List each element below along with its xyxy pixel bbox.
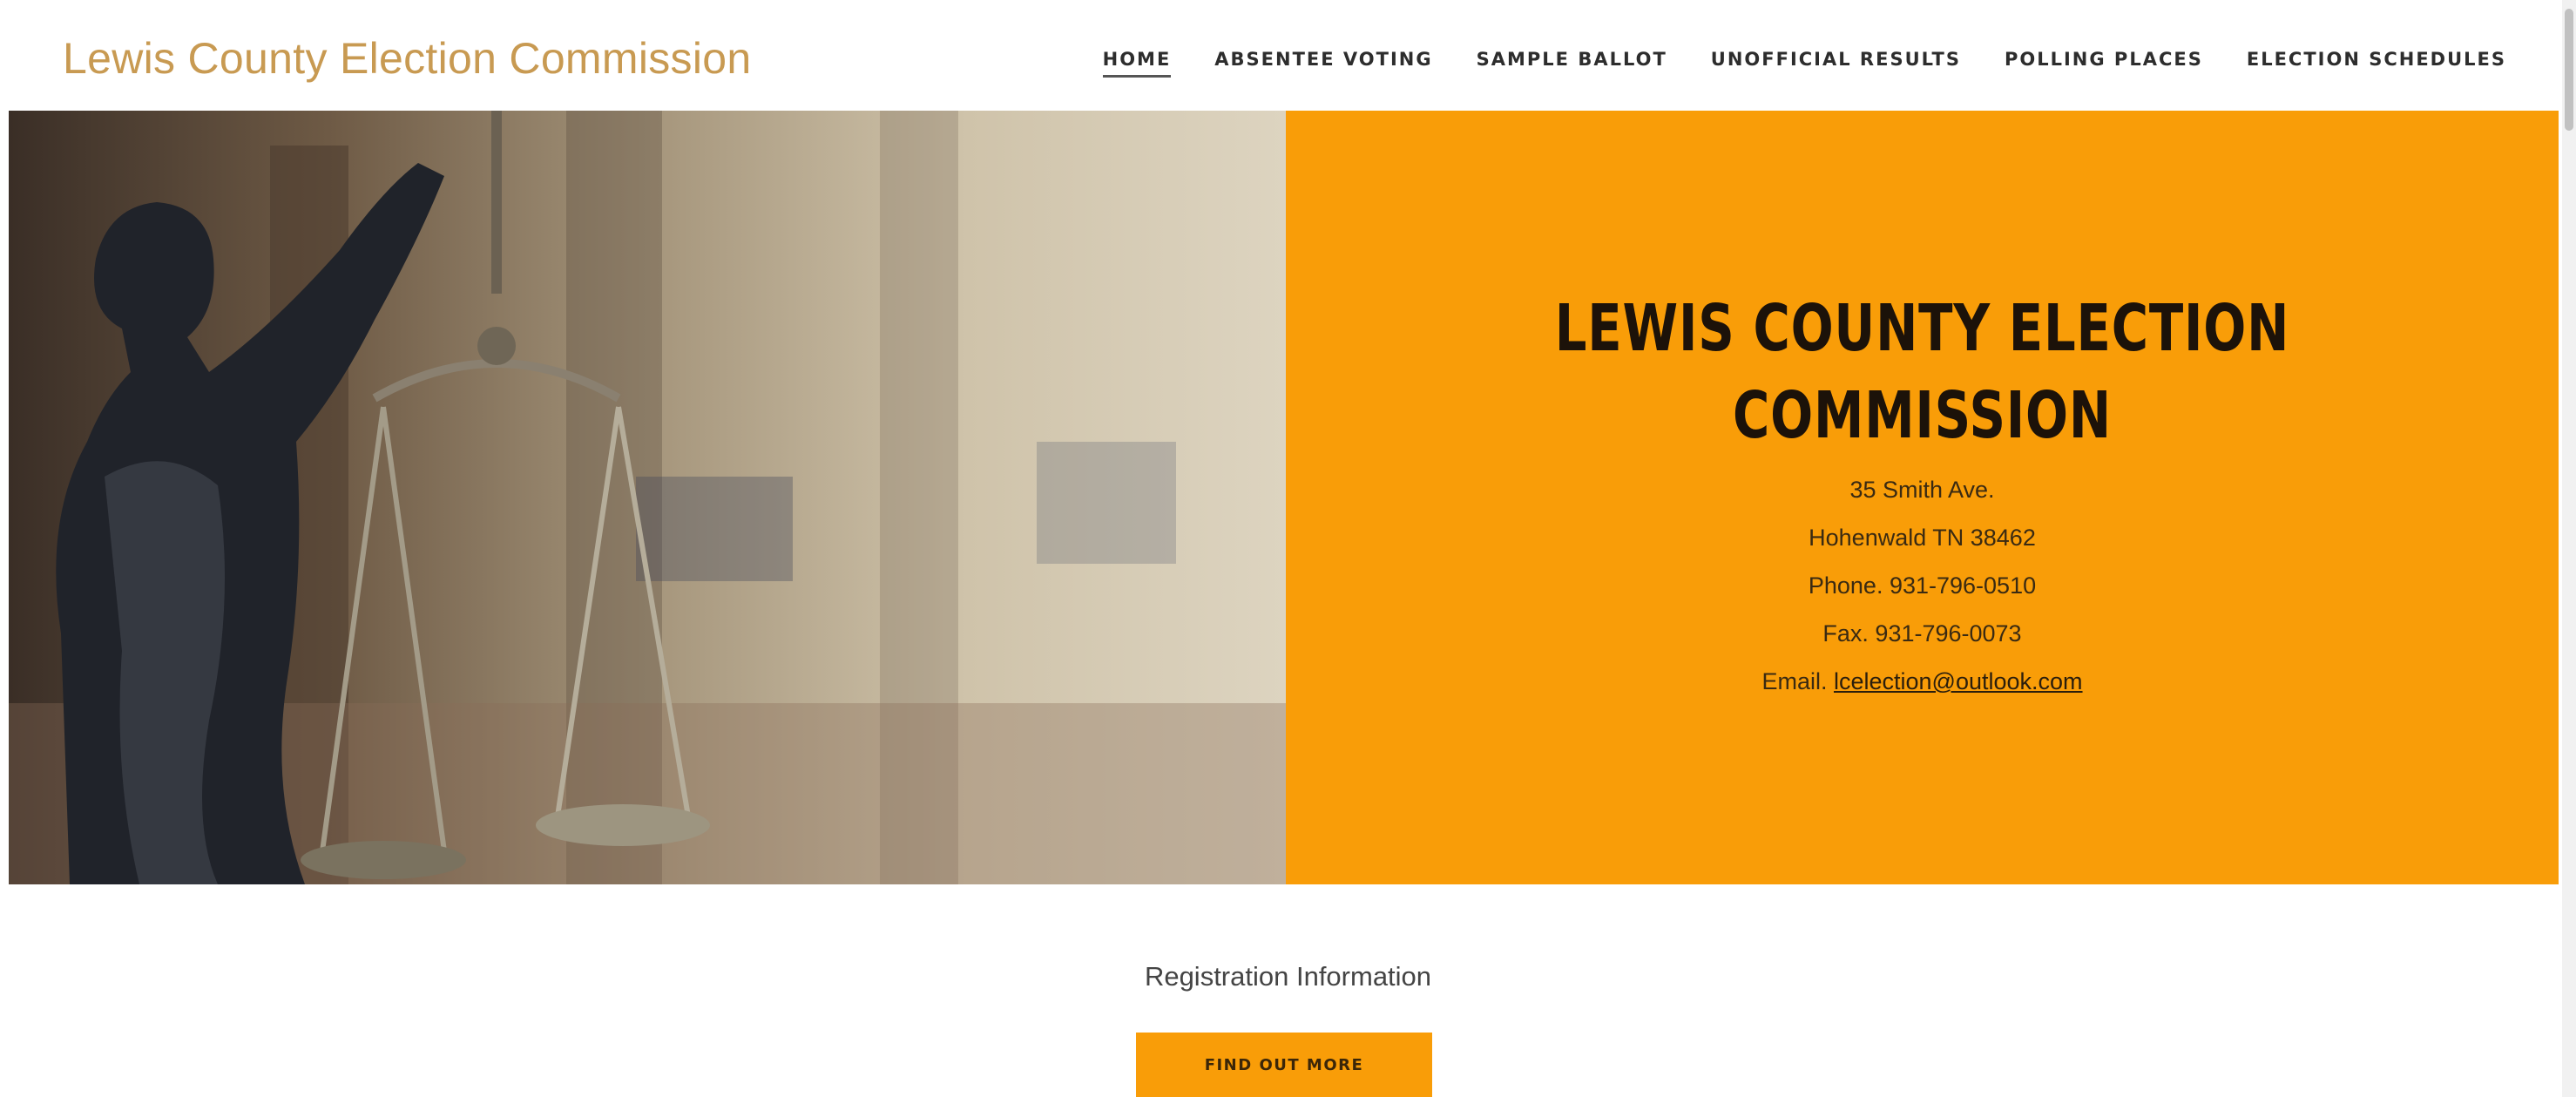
nav-sample-ballot[interactable]: SAMPLE BALLOT — [1477, 49, 1667, 78]
nav-election-schedules[interactable]: ELECTION SCHEDULES — [2247, 49, 2506, 78]
nav-home[interactable]: HOME — [1102, 49, 1172, 78]
hero-heading-line2: COMMISSION — [1733, 378, 2112, 453]
lady-justice-image — [9, 111, 1286, 884]
fax-number: Fax. 931-796-0073 — [1822, 620, 2022, 647]
lady-justice-illustration — [9, 111, 1286, 884]
email-label: Email. — [1761, 668, 1834, 694]
registration-title: Registration Information — [1144, 961, 1432, 992]
email-link[interactable]: lcelection@outlook.com — [1834, 668, 2083, 694]
hero-heading: LEWIS COUNTY ELECTION COMMISSION — [1426, 285, 2419, 459]
address-line2: Hohenwald TN 38462 — [1809, 525, 2036, 551]
hero-heading-line1: LEWIS COUNTY ELECTION — [1554, 291, 2290, 366]
nav-absentee-voting[interactable]: ABSENTEE VOTING — [1214, 49, 1432, 78]
nav-unofficial-results[interactable]: UNOFFICIAL RESULTS — [1711, 49, 1961, 78]
contact-panel: LEWIS COUNTY ELECTION COMMISSION 35 Smit… — [1286, 111, 2559, 884]
main-nav: HOME ABSENTEE VOTING SAMPLE BALLOT UNOFF… — [1059, 49, 2506, 78]
address-line1: 35 Smith Ave. — [1849, 477, 1995, 503]
email-row: Email. lcelection@outlook.com — [1286, 658, 2559, 706]
page-scrollbar[interactable] — [2562, 0, 2576, 1097]
nav-polling-places[interactable]: POLLING PLACES — [2005, 49, 2203, 78]
contact-info: 35 Smith Ave. Hohenwald TN 38462 Phone. … — [1286, 466, 2559, 706]
site-header: Lewis County Election Commission HOME AB… — [0, 0, 2576, 111]
find-out-more-button[interactable]: FIND OUT MORE — [1136, 1033, 1432, 1097]
scrollbar-thumb[interactable] — [2565, 9, 2573, 131]
site-title[interactable]: Lewis County Election Commission — [63, 33, 751, 84]
phone-number: Phone. 931-796-0510 — [1808, 572, 2037, 599]
hero-section: LEWIS COUNTY ELECTION COMMISSION 35 Smit… — [9, 111, 2559, 884]
